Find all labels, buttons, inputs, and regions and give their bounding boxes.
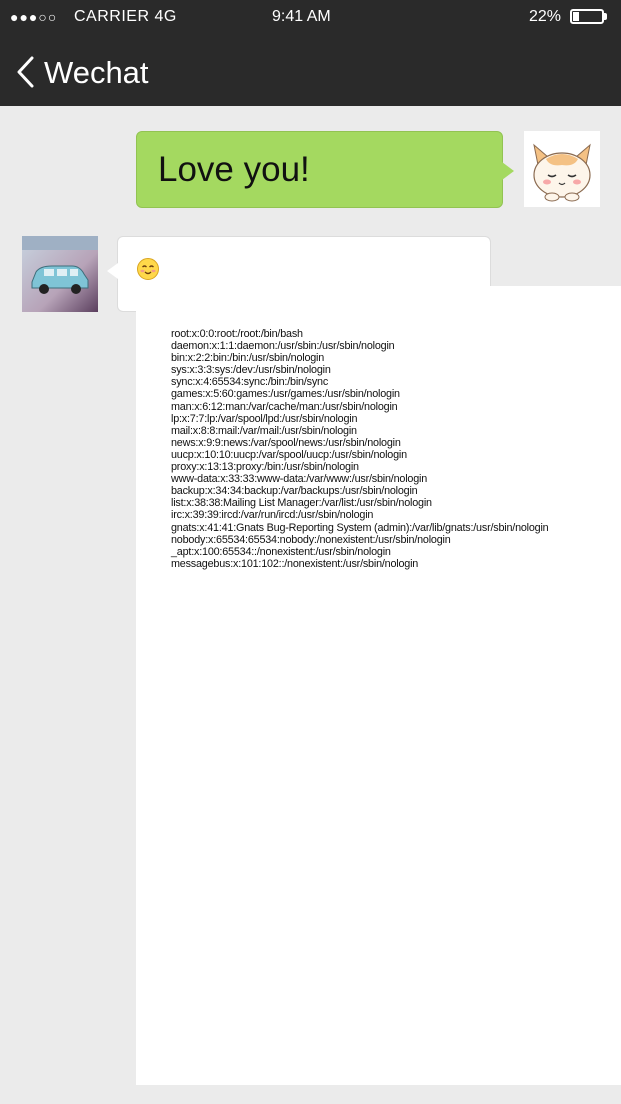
passwd-line: sync:x:4:65534:sync:/bin:/bin/sync	[171, 376, 329, 389]
passwd-line: nobody:x:65534:65534:nobody:/nonexistent…	[171, 533, 451, 546]
passwd-line: gnats:x:41:41:Gnats Bug-Reporting System…	[171, 521, 549, 534]
passwd-line: uucp:x:10:10:uucp:/var/spool/uucp:/usr/s…	[171, 448, 407, 461]
carrier-label: CARRIER 4G	[74, 8, 177, 25]
toy-car-avatar[interactable]	[22, 236, 98, 312]
battery-level	[573, 12, 579, 21]
passwd-line: _apt:x:100:65534::/nonexistent:/usr/sbin…	[171, 545, 391, 558]
passwd-line: proxy:x:13:13:proxy:/bin:/usr/sbin/nolog…	[171, 461, 359, 474]
top-bar: ●●●○○ CARRIER 4G 9:41 AM 22% Wechat	[0, 0, 621, 106]
smiling-face-icon	[137, 258, 159, 280]
passwd-line: games:x:5:60:games:/usr/games:/usr/sbin/…	[171, 388, 400, 401]
chevron-left-icon[interactable]	[14, 55, 44, 89]
nav-title[interactable]: Wechat	[44, 54, 149, 92]
passwd-line: messagebus:x:101:102::/nonexistent:/usr/…	[171, 557, 419, 570]
passwd-line: www-data:x:33:33:www-data:/var/www:/usr/…	[171, 473, 428, 486]
battery-tip	[604, 13, 607, 20]
signal-strength-icon: ●●●○○	[10, 9, 58, 25]
passwd-line: man:x:6:12:man:/var/cache/man:/usr/sbin/…	[171, 400, 398, 413]
passwd-line: daemon:x:1:1:daemon:/usr/sbin:/usr/sbin/…	[171, 340, 395, 353]
sent-message-bubble[interactable]: Love you!	[136, 131, 514, 208]
passwd-line: sys:x:3:3:sys:/dev:/usr/sbin/nologin	[171, 364, 331, 377]
battery-percentage: 22%	[529, 8, 562, 25]
passwd-file-text: root:x:0:0:root:/root:/bin/bash daemon:x:…	[171, 328, 549, 570]
passwd-line: root:x:0:0:root:/root:/bin/bash	[171, 328, 303, 340]
passwd-line: irc:x:39:39:ircd:/var/run/ircd:/usr/sbin…	[171, 509, 374, 522]
passwd-line: backup:x:34:34:backup:/var/backups:/usr/…	[171, 485, 418, 498]
message-text: Love you!	[158, 150, 310, 189]
navigation-bar: Wechat	[0, 40, 621, 106]
clock: 9:41 AM	[272, 8, 331, 25]
file-content-panel: root:x:0:0:root:/root:/bin/bash daemon:x:…	[136, 286, 621, 1085]
passwd-line: mail:x:8:8:mail:/var/mail:/usr/sbin/nolo…	[171, 424, 357, 437]
cartoon-cat-avatar[interactable]	[524, 131, 600, 207]
status-bar: ●●●○○ CARRIER 4G 9:41 AM 22%	[0, 0, 621, 34]
passwd-line: list:x:38:38:Mailing List Manager:/var/l…	[171, 497, 432, 510]
passwd-line: lp:x:7:7:lp:/var/spool/lpd:/usr/sbin/nol…	[171, 412, 358, 425]
passwd-line: bin:x:2:2:bin:/bin:/usr/sbin/nologin	[171, 352, 325, 365]
passwd-line: news:x:9:9:news:/var/spool/news:/usr/sbi…	[171, 436, 401, 449]
battery-icon	[570, 9, 604, 24]
